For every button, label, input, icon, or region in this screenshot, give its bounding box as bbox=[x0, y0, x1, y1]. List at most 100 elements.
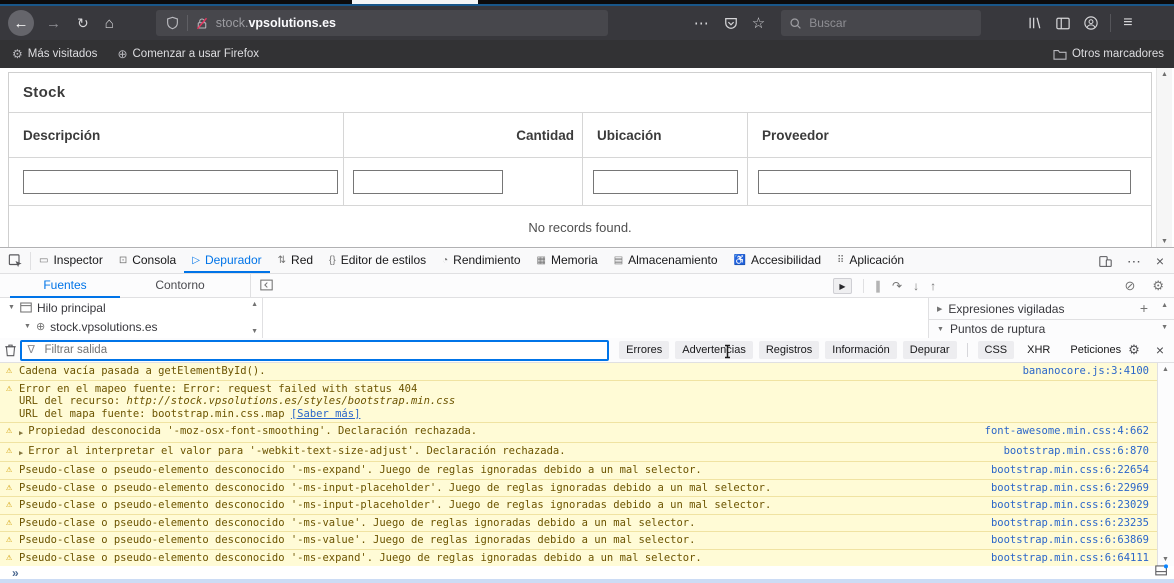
source-link[interactable]: font-awesome.min.css:4:662 bbox=[985, 425, 1149, 438]
filter-informacion-button[interactable]: Información bbox=[825, 341, 897, 359]
expand-caret-icon[interactable]: ▶ bbox=[19, 447, 23, 460]
console-prompt-icon[interactable]: » bbox=[12, 567, 19, 579]
console-warning-row[interactable]: ⚠ Pseudo-clase o pseudo-elemento descono… bbox=[0, 479, 1157, 497]
console-filter-input[interactable] bbox=[20, 339, 610, 361]
console-warning-row[interactable]: ⚠ Pseudo-clase o pseudo-elemento descono… bbox=[0, 462, 1157, 480]
split-console-badge-icon[interactable] bbox=[1155, 564, 1168, 576]
tab-depurador[interactable]: ▷ Depurador bbox=[184, 249, 270, 273]
console-input-row[interactable]: » bbox=[0, 564, 1174, 579]
scroll-down-arrow[interactable]: ▼ bbox=[1161, 238, 1168, 245]
reload-button[interactable]: ↻ bbox=[77, 15, 89, 32]
page-actions-button[interactable]: ⋯ bbox=[694, 14, 710, 32]
scroll-up-arrow[interactable]: ▲ bbox=[251, 301, 258, 308]
source-link[interactable]: bootstrap.min.css:6:22969 bbox=[991, 482, 1149, 495]
console-warning-row[interactable]: ⚠ Pseudo-clase o pseudo-elemento descono… bbox=[0, 532, 1157, 550]
back-button[interactable]: ← bbox=[8, 10, 34, 36]
filter-css-button[interactable]: CSS bbox=[977, 341, 1015, 359]
source-link[interactable]: bootstrap.min.css:6:23029 bbox=[991, 499, 1149, 512]
account-button[interactable] bbox=[1084, 16, 1098, 30]
console-warning-row[interactable]: ⚠ Pseudo-clase o pseudo-elemento descono… bbox=[0, 514, 1157, 532]
scroll-up-arrow[interactable]: ▲ bbox=[1161, 302, 1168, 309]
expand-caret-icon[interactable]: ▶ bbox=[19, 427, 23, 440]
console-warning-row[interactable]: ⚠ Pseudo-clase o pseudo-elemento descono… bbox=[0, 549, 1157, 566]
tab-fuentes[interactable]: Fuentes bbox=[10, 274, 120, 298]
filter-registros-button[interactable]: Registros bbox=[758, 341, 820, 359]
filter-proveedor-input[interactable] bbox=[758, 169, 1131, 194]
resume-button[interactable]: ▶ bbox=[833, 278, 852, 294]
pick-element-button[interactable] bbox=[0, 249, 30, 273]
url-text[interactable]: stock.vpsolutions.es bbox=[216, 16, 336, 30]
search-bar[interactable] bbox=[781, 10, 982, 36]
scroll-up-arrow[interactable]: ▲ bbox=[1162, 366, 1169, 373]
tab-almacenamiento[interactable]: ▤ Almacenamiento bbox=[606, 249, 726, 273]
clear-console-button[interactable] bbox=[0, 343, 20, 357]
toggle-panes-icon[interactable] bbox=[260, 279, 273, 291]
tab-contorno[interactable]: Contorno bbox=[125, 274, 235, 298]
tab-red[interactable]: ⇅ Red bbox=[270, 249, 321, 273]
source-link[interactable]: bootstrap.min.css:6:64111 bbox=[991, 552, 1149, 565]
other-bookmarks[interactable]: Otros marcadores bbox=[1053, 48, 1164, 60]
learn-more-link[interactable]: [Saber más] bbox=[291, 408, 361, 420]
source-link[interactable]: bootstrap.min.css:6:22654 bbox=[991, 464, 1149, 477]
scroll-down-arrow[interactable]: ▼ bbox=[251, 328, 258, 335]
devtools-close-icon[interactable]: × bbox=[1156, 253, 1164, 269]
watch-expressions-header[interactable]: ▶ Expresiones vigiladas + ▲ bbox=[929, 298, 1174, 320]
tab-memoria[interactable]: ▦ Memoria bbox=[529, 249, 606, 273]
tab-editor-de-estilos[interactable]: {} Editor de estilos bbox=[321, 249, 434, 273]
column-header-descripcion[interactable]: Descripción bbox=[9, 113, 344, 157]
source-link[interactable]: bootstrap.min.css:6:23235 bbox=[991, 517, 1149, 530]
tracking-shield-icon[interactable] bbox=[166, 16, 179, 30]
console-warning-row[interactable]: ⚠ Error en el mapeo fuente: Error: reque… bbox=[0, 380, 1157, 423]
console-warning-row[interactable]: ⚠ Cadena vacía pasada a getElementById()… bbox=[0, 363, 1157, 381]
console-warning-row[interactable]: ⚠ ▶ Error al interpretar el valor para '… bbox=[0, 442, 1157, 462]
filter-ubicacion-input[interactable] bbox=[593, 169, 738, 194]
step-over-button[interactable]: ↷ bbox=[892, 279, 902, 293]
devtools-menu-icon[interactable]: ⋯ bbox=[1127, 253, 1141, 270]
filter-xhr-button[interactable]: XHR bbox=[1020, 341, 1057, 359]
tab-aplicacion[interactable]: ⠿ Aplicación bbox=[829, 249, 912, 273]
pocket-button[interactable] bbox=[724, 16, 738, 30]
filter-cantidad-input[interactable] bbox=[353, 169, 503, 194]
bookmark-star-button[interactable]: ☆ bbox=[752, 14, 765, 32]
filter-depurar-button[interactable]: Depurar bbox=[902, 341, 957, 359]
forward-button[interactable]: → bbox=[46, 15, 61, 32]
home-button[interactable]: ⌂ bbox=[105, 15, 114, 32]
tab-inspector[interactable]: ▭ Inspector bbox=[31, 249, 111, 273]
tab-consola[interactable]: ⊡ Consola bbox=[111, 249, 184, 273]
column-header-proveedor[interactable]: Proveedor bbox=[748, 113, 1151, 157]
column-header-cantidad[interactable]: Cantidad bbox=[344, 113, 583, 157]
search-input[interactable] bbox=[809, 16, 940, 30]
scroll-down-arrow[interactable]: ▼ bbox=[1162, 556, 1169, 563]
breakpoints-header[interactable]: ▼ Puntos de ruptura ▼ bbox=[929, 320, 1174, 338]
bookmark-comenzar-firefox[interactable]: ⊕ Comenzar a usar Firefox bbox=[117, 47, 259, 61]
filter-peticiones-button[interactable]: Peticiones bbox=[1063, 341, 1128, 359]
source-link[interactable]: bananocore.js:3:4100 bbox=[1023, 365, 1149, 378]
debugger-settings-gear-icon[interactable]: ⚙ bbox=[1152, 278, 1164, 294]
library-button[interactable] bbox=[1027, 16, 1042, 30]
url-bar[interactable]: stock.vpsolutions.es bbox=[155, 10, 608, 36]
tree-item-domain[interactable]: ▼ ⊕ stock.vpsolutions.es bbox=[0, 317, 262, 336]
console-settings-gear-icon[interactable]: ⚙ bbox=[1128, 342, 1140, 358]
add-watch-icon[interactable]: + bbox=[1140, 300, 1148, 316]
console-warning-row[interactable]: ⚠ Pseudo-clase o pseudo-elemento descono… bbox=[0, 497, 1157, 515]
console-warning-row[interactable]: ⚠ ▶ Propiedad desconocida '-moz-osx-font… bbox=[0, 423, 1157, 443]
bookmark-mas-visitados[interactable]: ⚙ Más visitados bbox=[12, 47, 97, 61]
page-scrollbar[interactable]: ▲ ▼ bbox=[1156, 68, 1172, 248]
scroll-down-arrow[interactable]: ▼ bbox=[1161, 324, 1168, 331]
responsive-mode-icon[interactable] bbox=[1099, 255, 1112, 268]
chevron-down-icon[interactable]: ▼ bbox=[8, 304, 15, 311]
chevron-down-icon[interactable]: ▼ bbox=[24, 323, 31, 330]
sidebar-toggle-button[interactable] bbox=[1056, 17, 1070, 30]
chevron-right-icon[interactable]: ▶ bbox=[937, 305, 942, 313]
source-link[interactable]: bootstrap.min.css:6:63869 bbox=[991, 534, 1149, 547]
console-scrollbar[interactable]: ▲ ▼ bbox=[1157, 363, 1174, 566]
scroll-up-arrow[interactable]: ▲ bbox=[1161, 71, 1168, 78]
menu-button[interactable]: ≡ bbox=[1123, 14, 1132, 32]
filter-descripcion-input[interactable] bbox=[23, 169, 338, 194]
filter-advertencias-button[interactable]: Advertencias bbox=[675, 341, 753, 359]
tab-accesibilidad[interactable]: ♿ Accesibilidad bbox=[726, 249, 830, 273]
step-out-button[interactable]: ↑ bbox=[930, 279, 936, 293]
tab-rendimiento[interactable]: ◔ Rendimiento bbox=[434, 249, 528, 273]
column-header-ubicacion[interactable]: Ubicación bbox=[583, 113, 748, 157]
deactivate-breakpoints-icon[interactable]: ⊘ bbox=[1124, 278, 1135, 294]
